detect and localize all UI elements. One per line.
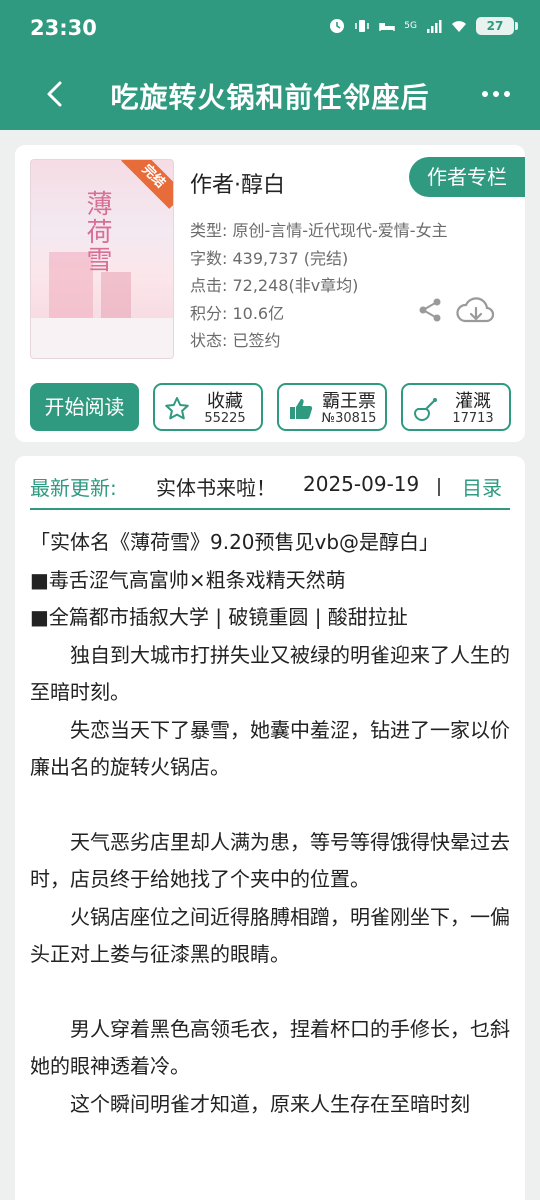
- ticket-label: 霸王票: [322, 391, 376, 412]
- star-icon: [165, 397, 189, 420]
- author-name[interactable]: 作者·醇白: [190, 167, 285, 199]
- start-reading-button[interactable]: 开始阅读: [30, 383, 139, 431]
- share-icon[interactable]: [417, 297, 443, 323]
- description-line: ■毒舌涩气高富帅×粗条戏精天然萌: [30, 567, 346, 592]
- latest-chapter-title[interactable]: 实体书来啦！: [156, 472, 276, 501]
- status-bar: 23:30 5G 27: [0, 0, 540, 58]
- irrigate-button[interactable]: 灌溉 17713: [401, 383, 511, 431]
- battery-indicator: 27: [476, 17, 518, 35]
- meta-clicks: 点击: 72,248(非v章均): [190, 276, 359, 295]
- meta-points: 积分: 10.6亿: [190, 303, 285, 323]
- description-paragraph: 火锅店座位之间近得胳膊相蹭，明雀刚坐下，一偏头正对上娄与征漆黑的眼睛。: [30, 904, 510, 967]
- description-paragraph: 这个瞬间明雀才知道，原来人生存在至暗时刻: [70, 1091, 470, 1116]
- collect-label: 收藏: [207, 391, 243, 412]
- irrigate-count: 17713: [452, 411, 494, 426]
- description-line: 「实体名《薄荷雪》9.20预售见vb@是醇白」: [30, 530, 440, 554]
- description-card: 最新更新: 实体书来啦！ 2025-09-19 目录 「实体名《薄荷雪》9.20…: [15, 456, 525, 1200]
- description-line: ■全篇都市插叙大学 | 破镜重圆 | 酸甜拉扯: [30, 605, 408, 629]
- network-label: 5G: [404, 21, 417, 31]
- latest-update-row[interactable]: 最新更新: 实体书来啦！ 2025-09-19 目录: [30, 466, 510, 510]
- download-icon[interactable]: [455, 297, 497, 327]
- book-info-card: 薄荷雪 完结 作者·醇白 作者专栏 类型: 原创-言情-近代现代-爱情-女主 字…: [15, 145, 525, 442]
- status-time: 23:30: [30, 16, 97, 40]
- book-cover[interactable]: 薄荷雪 完结: [30, 159, 174, 359]
- description-paragraph: 失恋当天下了暴雪，她囊中羞涩，钻进了一家以价廉出名的旋转火锅店。: [30, 717, 510, 780]
- alarm-icon: [330, 19, 345, 33]
- latest-update-label: 最新更新:: [30, 476, 117, 500]
- ticket-button[interactable]: 霸王票 №30815: [277, 383, 387, 431]
- sleep-icon: [379, 23, 396, 31]
- status-icons: 5G 27: [329, 17, 518, 35]
- latest-update-date: 2025-09-19: [303, 472, 420, 496]
- table-of-contents-button[interactable]: 目录: [462, 472, 502, 501]
- divider: [438, 478, 440, 496]
- description-paragraph: 天气恶劣店里却人满为患，等号等得饿得快晕过去时，店员终于给她找了个夹中的位置。: [30, 829, 510, 892]
- page-title: 吃旋转火锅和前任邻座后: [110, 81, 430, 114]
- more-options-icon[interactable]: [482, 82, 512, 106]
- signal-icon: [427, 20, 442, 33]
- wifi-icon: [452, 21, 466, 32]
- cover-title: 薄荷雪: [82, 190, 112, 274]
- meta-state: 状态: 已签约: [190, 331, 281, 350]
- app-header: 吃旋转火锅和前任邻座后: [0, 58, 540, 130]
- book-meta: 类型: 原创-言情-近代现代-爱情-女主 字数: 439,737 (完结) 点击…: [190, 217, 448, 355]
- irrigate-label: 灌溉: [455, 391, 491, 412]
- description-paragraph: 独自到大城市打拼失业又被绿的明雀迎来了人生的至暗时刻。: [30, 642, 510, 705]
- thumbs-up-icon: [290, 399, 313, 419]
- collect-button[interactable]: 收藏 55225: [153, 383, 263, 431]
- vibrate-icon: [355, 20, 370, 32]
- nutrient-bottle-icon: [413, 398, 437, 421]
- book-description: 「实体名《薄荷雪》9.20预售见vb@是醇白」 ■毒舌涩气高富帅×粗条戏精天然萌…: [30, 524, 510, 1123]
- complete-badge: 完结: [121, 160, 173, 209]
- meta-type: 类型: 原创-言情-近代现代-爱情-女主: [190, 221, 448, 240]
- collect-count: 55225: [204, 411, 246, 426]
- author-column-button[interactable]: 作者专栏: [409, 157, 525, 197]
- ticket-count: №30815: [321, 411, 377, 426]
- description-paragraph: 男人穿着黑色高领毛衣，捏着杯口的手修长，乜斜她的眼神透着冷。: [30, 1016, 510, 1079]
- meta-words: 字数: 439,737 (完结): [190, 248, 349, 268]
